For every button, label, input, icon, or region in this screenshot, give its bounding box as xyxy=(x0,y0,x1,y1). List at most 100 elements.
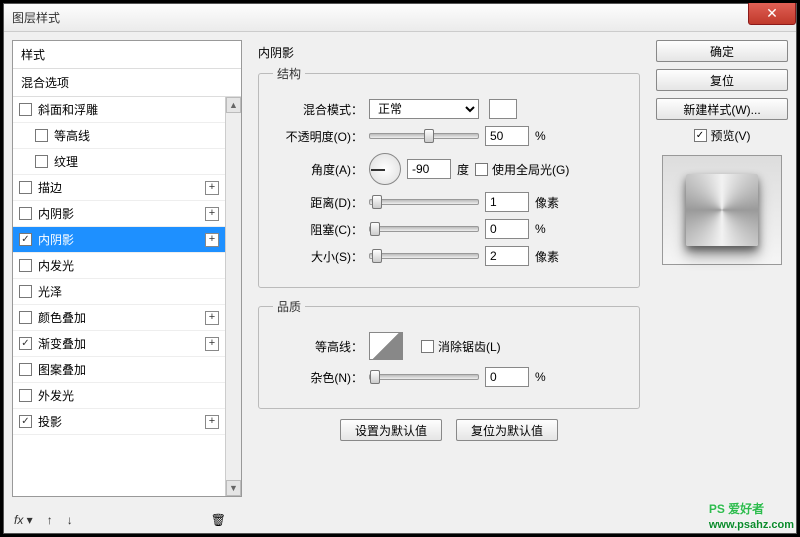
size-unit: 像素 xyxy=(535,248,559,265)
checkbox-icon[interactable]: ✓ xyxy=(19,415,32,428)
make-default-button[interactable]: 设置为默认值 xyxy=(340,419,442,441)
noise-unit: % xyxy=(535,370,546,384)
sidebar-item-1[interactable]: 等高线 xyxy=(13,123,225,149)
checkbox-icon[interactable] xyxy=(19,103,32,116)
new-style-button[interactable]: 新建样式(W)... xyxy=(656,98,788,120)
blend-mode-label: 混合模式： xyxy=(273,101,363,118)
watermark: PS 爱好者 www.psahz.com xyxy=(709,496,794,531)
distance-unit: 像素 xyxy=(535,194,559,211)
checkbox-icon[interactable] xyxy=(19,363,32,376)
opacity-input[interactable] xyxy=(485,126,529,146)
angle-unit: 度 xyxy=(457,161,469,178)
noise-slider[interactable] xyxy=(369,374,479,380)
sidebar-item-5[interactable]: ✓ 内阴影 + xyxy=(13,227,225,253)
sidebar-item-label: 描边 xyxy=(38,179,62,196)
distance-input[interactable] xyxy=(485,192,529,212)
sidebar-item-label: 内阴影 xyxy=(38,205,74,222)
sidebar-item-4[interactable]: 内阴影 + xyxy=(13,201,225,227)
checkbox-icon[interactable] xyxy=(19,259,32,272)
sidebar-item-label: 光泽 xyxy=(38,283,62,300)
add-effect-icon[interactable]: + xyxy=(205,337,219,351)
sidebar-item-8[interactable]: 颜色叠加 + xyxy=(13,305,225,331)
checkbox-icon[interactable] xyxy=(19,389,32,402)
checkbox-icon[interactable] xyxy=(19,181,32,194)
sidebar-item-label: 斜面和浮雕 xyxy=(38,101,98,118)
move-down-icon[interactable]: ↓ xyxy=(67,513,73,527)
global-light-checkbox[interactable]: 使用全局光(G) xyxy=(475,161,569,178)
sidebar-item-label: 纹理 xyxy=(54,153,78,170)
angle-dial[interactable] xyxy=(369,153,401,185)
quality-legend: 品质 xyxy=(273,298,305,315)
sidebar-item-label: 图案叠加 xyxy=(38,361,86,378)
move-up-icon[interactable]: ↑ xyxy=(47,513,53,527)
checkbox-icon[interactable] xyxy=(19,311,32,324)
sidebar-item-label: 投影 xyxy=(38,413,62,430)
contour-picker[interactable] xyxy=(369,332,403,360)
noise-label: 杂色(N)： xyxy=(273,369,363,386)
opacity-slider[interactable] xyxy=(369,133,479,139)
cancel-button[interactable]: 复位 xyxy=(656,69,788,91)
sidebar-item-12[interactable]: ✓ 投影 + xyxy=(13,409,225,435)
checkbox-icon[interactable] xyxy=(35,129,48,142)
size-label: 大小(S)： xyxy=(273,248,363,265)
sidebar-header: 样式 xyxy=(13,41,241,69)
scroll-down-icon[interactable]: ▼ xyxy=(226,480,241,496)
sidebar-item-11[interactable]: 外发光 xyxy=(13,383,225,409)
add-effect-icon[interactable]: + xyxy=(205,181,219,195)
fx-menu[interactable]: fx ▾ xyxy=(14,513,33,527)
sidebar-item-label: 外发光 xyxy=(38,387,74,404)
choke-unit: % xyxy=(535,222,546,236)
preview-checkbox[interactable]: ✓预览(V) xyxy=(694,127,751,144)
antialias-checkbox[interactable]: 消除锯齿(L) xyxy=(421,338,501,355)
close-button[interactable]: ✕ xyxy=(748,3,796,25)
noise-input[interactable] xyxy=(485,367,529,387)
sidebar-item-label: 等高线 xyxy=(54,127,90,144)
distance-slider[interactable] xyxy=(369,199,479,205)
add-effect-icon[interactable]: + xyxy=(205,415,219,429)
checkbox-icon[interactable] xyxy=(35,155,48,168)
size-slider[interactable] xyxy=(369,253,479,259)
right-column: 确定 复位 新建样式(W)... ✓预览(V) xyxy=(656,40,788,497)
choke-label: 阻塞(C)： xyxy=(273,221,363,238)
sidebar-item-6[interactable]: 内发光 xyxy=(13,253,225,279)
angle-input[interactable] xyxy=(407,159,451,179)
blending-options[interactable]: 混合选项 xyxy=(13,69,241,97)
ok-button[interactable]: 确定 xyxy=(656,40,788,62)
preview-thumbnail xyxy=(662,155,782,265)
scroll-up-icon[interactable]: ▲ xyxy=(226,97,241,113)
choke-input[interactable] xyxy=(485,219,529,239)
add-effect-icon[interactable]: + xyxy=(205,233,219,247)
choke-slider[interactable] xyxy=(369,226,479,232)
checkbox-icon[interactable]: ✓ xyxy=(19,337,32,350)
sidebar-scrollbar[interactable]: ▲ ▼ xyxy=(225,97,241,496)
reset-default-button[interactable]: 复位为默认值 xyxy=(456,419,558,441)
sidebar-item-9[interactable]: ✓ 渐变叠加 + xyxy=(13,331,225,357)
sidebar-item-2[interactable]: 纹理 xyxy=(13,149,225,175)
opacity-label: 不透明度(O)： xyxy=(273,128,363,145)
titlebar: 图层样式 ✕ xyxy=(4,4,796,32)
shadow-color-swatch[interactable] xyxy=(489,99,517,119)
checkbox-icon[interactable]: ✓ xyxy=(19,233,32,246)
quality-group: 品质 等高线： 消除锯齿(L) 杂色(N)： % xyxy=(258,298,640,409)
effect-title: 内阴影 xyxy=(258,44,640,61)
sidebar-item-0[interactable]: 斜面和浮雕 xyxy=(13,97,225,123)
checkbox-icon[interactable] xyxy=(19,285,32,298)
angle-label: 角度(A)： xyxy=(273,161,363,178)
sidebar-item-7[interactable]: 光泽 xyxy=(13,279,225,305)
add-effect-icon[interactable]: + xyxy=(205,207,219,221)
add-effect-icon[interactable]: + xyxy=(205,311,219,325)
sidebar-item-3[interactable]: 描边 + xyxy=(13,175,225,201)
opacity-unit: % xyxy=(535,129,546,143)
blend-mode-select[interactable]: 正常 xyxy=(369,99,479,119)
checkbox-icon[interactable] xyxy=(19,207,32,220)
size-input[interactable] xyxy=(485,246,529,266)
structure-legend: 结构 xyxy=(273,65,305,82)
main-panel: 内阴影 结构 混合模式： 正常 不透明度(O)： % 角度(A)： xyxy=(250,40,648,497)
sidebar-item-label: 颜色叠加 xyxy=(38,309,86,326)
sidebar-footer: fx ▾ ↑ ↓ 🗑 xyxy=(14,513,786,527)
sidebar-item-10[interactable]: 图案叠加 xyxy=(13,357,225,383)
trash-icon[interactable]: 🗑 xyxy=(211,513,226,527)
sidebar-item-label: 渐变叠加 xyxy=(38,335,86,352)
sidebar-item-label: 内阴影 xyxy=(38,231,74,248)
styles-sidebar: 样式 混合选项 斜面和浮雕等高线纹理描边 + 内阴影 + ✓ 内阴影 + 内发光光泽颜色叠加 +… xyxy=(12,40,242,497)
